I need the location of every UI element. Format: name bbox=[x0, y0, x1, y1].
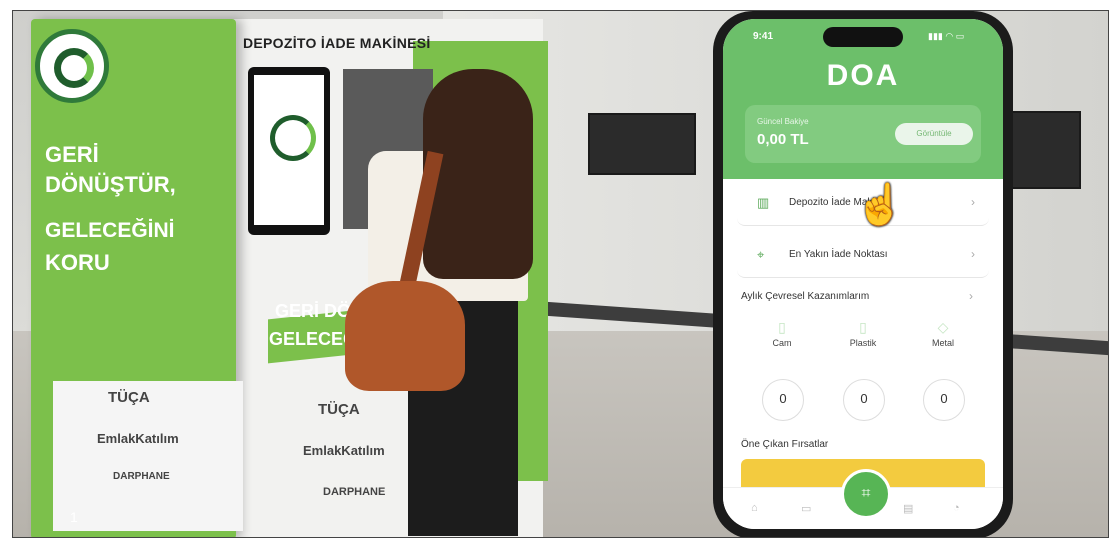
app-logo-icon bbox=[270, 115, 316, 161]
status-time: 9:41 bbox=[753, 31, 774, 42]
chevron-right-icon: › bbox=[971, 247, 975, 261]
app-header: 9:41 ▮▮▮ ◠ ▭ DOA Güncel Bakiye 0,00 TL G… bbox=[723, 19, 1003, 179]
stat-label: Plastik bbox=[849, 338, 877, 348]
menu-item-label: En Yakın İade Noktası bbox=[789, 249, 888, 260]
balance-value: 0,00 TL bbox=[757, 131, 809, 148]
phone-notch bbox=[823, 27, 903, 47]
gift-tab-icon[interactable]: ▤ bbox=[903, 502, 913, 515]
stat-value-glass: 0 bbox=[762, 379, 804, 421]
machine-title: DEPOZİTO İADE MAKİNESİ bbox=[243, 35, 431, 51]
photo-frame: DEPOZİTO İADE MAKİNESİ GERİ DÖN GELECEĞİ… bbox=[12, 10, 1109, 538]
balance-label: Güncel Bakiye bbox=[757, 117, 809, 126]
can-icon: ◇ bbox=[937, 319, 949, 335]
machine-brand-darphane: DARPHANE bbox=[323, 486, 386, 498]
stat-value-plastic: 0 bbox=[843, 379, 885, 421]
kiosk-brand-tuca: TÜÇA bbox=[108, 389, 150, 406]
stat-value-metal: 0 bbox=[923, 379, 965, 421]
kiosk-slogan-2: DÖNÜŞTÜR, bbox=[45, 172, 176, 197]
stat-label: Metal bbox=[931, 338, 954, 348]
pointing-hand-icon: ☝ bbox=[855, 183, 905, 227]
balance-card: Güncel Bakiye 0,00 TL Görüntüle bbox=[745, 105, 981, 163]
kiosk-slogan-3: GELECEĞİNİ bbox=[45, 219, 175, 242]
phone-mockup: 9:41 ▮▮▮ ◠ ▭ DOA Güncel Bakiye 0,00 TL G… bbox=[713, 11, 1013, 537]
phone-screen: 9:41 ▮▮▮ ◠ ▭ DOA Güncel Bakiye 0,00 TL G… bbox=[723, 19, 1003, 529]
kiosk-slogan-1: GERİ bbox=[45, 142, 99, 167]
machine-brand-tuca: TÜÇA bbox=[318, 401, 360, 418]
stat-plastic: ▯ Plastik bbox=[828, 319, 898, 348]
kiosk-brand-darphane: DARPHANE bbox=[113, 471, 170, 482]
glass-bottle-icon: ▯ bbox=[778, 319, 786, 335]
kiosk-logo-icon bbox=[35, 29, 109, 103]
scan-qr-button[interactable]: ⌗ bbox=[841, 469, 891, 519]
location-pin-icon: ⌖ bbox=[757, 247, 765, 262]
app-logo: DOA bbox=[826, 59, 900, 92]
machine-brand-emlak: EmlakKatılım bbox=[303, 443, 385, 458]
page-number: 1 bbox=[70, 509, 78, 525]
person-hair bbox=[423, 69, 533, 279]
wallet-tab-icon[interactable]: ▭ bbox=[801, 502, 811, 515]
home-tab-icon[interactable]: ⌂ bbox=[751, 502, 758, 514]
wall-screen-1 bbox=[588, 113, 696, 175]
status-icons: ▮▮▮ ◠ ▭ bbox=[928, 31, 965, 41]
stat-glass: ▯ Cam bbox=[747, 319, 817, 348]
plastic-bottle-icon: ▯ bbox=[859, 319, 867, 335]
recycle-machine-icon: ▥ bbox=[757, 195, 770, 210]
kiosk-slogan-4: KORU bbox=[45, 250, 110, 275]
handbag bbox=[345, 281, 465, 391]
balance-view-button[interactable]: Görüntüle bbox=[895, 123, 973, 145]
opportunities-title: Öne Çıkan Fırsatlar bbox=[741, 439, 829, 450]
monthly-gains-title[interactable]: Aylık Çevresel Kazanımlarım bbox=[741, 291, 869, 302]
chevron-right-icon: › bbox=[971, 195, 975, 209]
stat-label: Cam bbox=[772, 338, 792, 348]
chevron-right-icon: › bbox=[969, 289, 973, 303]
kiosk-brand-emlak: EmlakKatılım bbox=[97, 431, 179, 446]
menu-item-nearest-point[interactable]: ⌖ En Yakın İade Noktası › bbox=[737, 233, 989, 278]
stat-metal: ◇ Metal bbox=[908, 319, 978, 348]
profile-tab-icon[interactable]: ◔ bbox=[953, 502, 960, 514]
machine-touchscreen bbox=[248, 67, 330, 235]
machine-screen-display bbox=[254, 75, 324, 225]
